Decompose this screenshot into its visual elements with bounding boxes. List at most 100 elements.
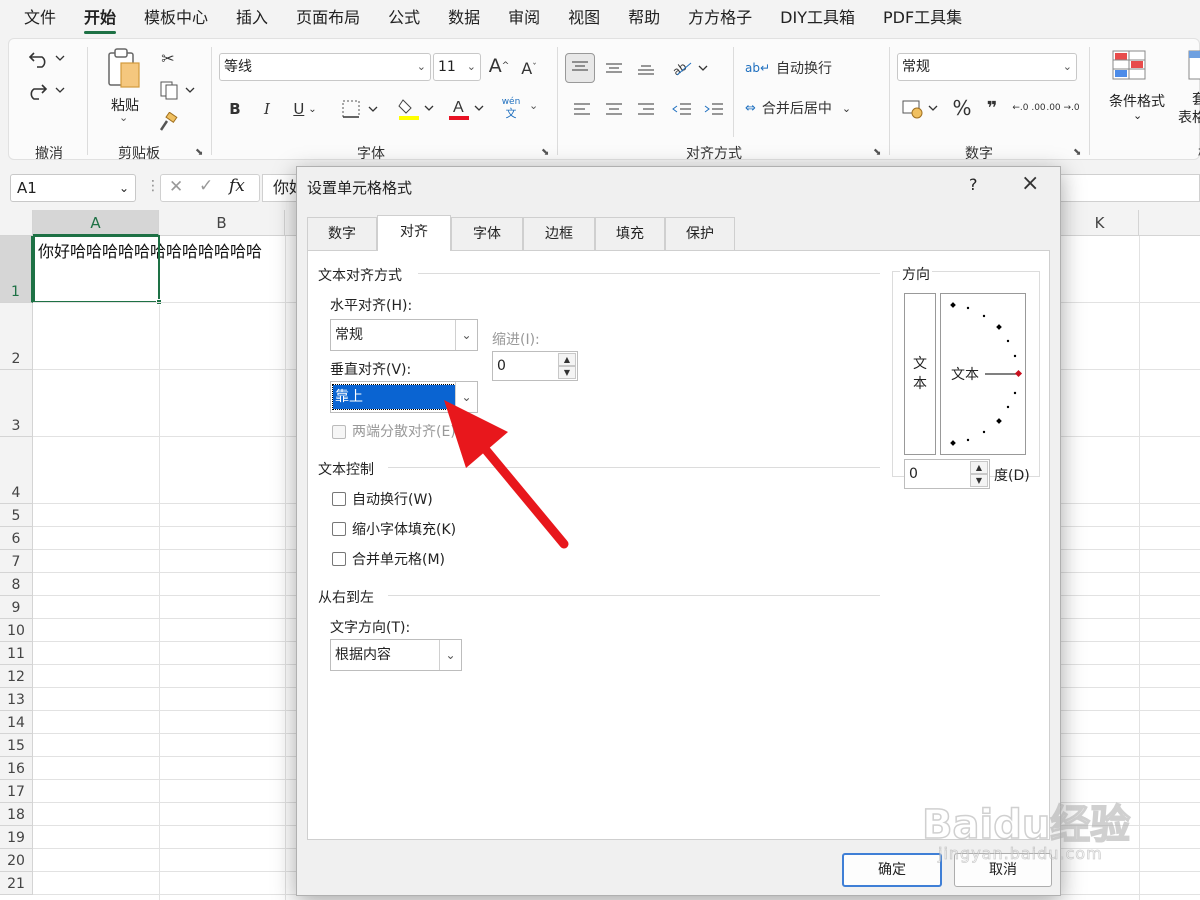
row-header-8[interactable]: 8: [0, 573, 33, 596]
align-left-icon[interactable]: [569, 97, 595, 121]
merge-center-button[interactable]: ⇔ 合并后居中 ⌄: [745, 95, 881, 121]
justify-distributed-checkbox[interactable]: [332, 425, 346, 439]
accounting-format-icon[interactable]: [899, 95, 943, 121]
tab-protection[interactable]: 保护: [665, 217, 735, 251]
wrap-text-button[interactable]: ab↵ 自动换行: [745, 55, 845, 81]
tab-number[interactable]: 数字: [307, 217, 377, 251]
undo-icon[interactable]: [25, 45, 71, 71]
orientation-icon[interactable]: ab: [669, 53, 713, 83]
text-direction-select[interactable]: 根据内容 ⌄: [330, 639, 462, 671]
tab-alignment[interactable]: 对齐: [377, 215, 451, 251]
paste-dropdown-icon[interactable]: ⌄: [119, 111, 128, 124]
row-header-5[interactable]: 5: [0, 504, 33, 527]
font-color-icon[interactable]: A: [445, 95, 489, 123]
italic-icon[interactable]: I: [257, 97, 277, 121]
tab-border[interactable]: 边框: [523, 217, 595, 251]
cut-icon[interactable]: ✂: [157, 47, 179, 69]
comma-style-icon[interactable]: ❞: [981, 95, 1003, 121]
decrease-indent-icon[interactable]: [669, 97, 695, 121]
row-header-17[interactable]: 17: [0, 780, 33, 803]
column-header-b[interactable]: B: [159, 210, 285, 236]
tab-help[interactable]: 帮助: [614, 0, 674, 36]
decrease-font-icon[interactable]: Aˇ: [517, 55, 541, 81]
table-format-icon[interactable]: [1187, 47, 1200, 83]
format-painter-icon[interactable]: [157, 111, 179, 133]
vertical-text-button[interactable]: 文 本: [904, 293, 936, 455]
tab-diy-toolbox[interactable]: DIY工具箱: [766, 0, 869, 36]
chevron-down-icon[interactable]: ⌄: [1133, 109, 1142, 122]
row-header-2[interactable]: 2: [0, 303, 33, 370]
tab-home[interactable]: 开始: [70, 0, 130, 36]
shrink-to-fit-checkbox[interactable]: [332, 522, 346, 536]
row-header-13[interactable]: 13: [0, 688, 33, 711]
tab-page-layout[interactable]: 页面布局: [282, 0, 374, 36]
increase-decimal-icon[interactable]: ←.0 .00: [1012, 93, 1045, 123]
tab-formulas[interactable]: 公式: [374, 0, 434, 36]
tab-review[interactable]: 审阅: [494, 0, 554, 36]
font-name-combo[interactable]: 等线 ⌄: [219, 53, 431, 81]
indent-spinner[interactable]: 0 ▲ ▼: [492, 351, 578, 381]
insert-function-icon[interactable]: fx: [229, 176, 245, 196]
percent-icon[interactable]: %: [949, 95, 975, 121]
row-header-1[interactable]: 1: [0, 236, 33, 303]
fill-color-icon[interactable]: [395, 95, 439, 123]
align-right-icon[interactable]: [633, 97, 659, 121]
cell-a1-selection[interactable]: [33, 235, 160, 303]
row-header-18[interactable]: 18: [0, 803, 33, 826]
conditional-format-icon[interactable]: [1109, 47, 1149, 83]
underline-icon[interactable]: U ⌄: [287, 97, 323, 121]
tab-view[interactable]: 视图: [554, 0, 614, 36]
row-header-10[interactable]: 10: [0, 619, 33, 642]
name-box[interactable]: A1 ⌄: [10, 174, 136, 202]
column-header-a[interactable]: A: [33, 210, 159, 236]
row-header-7[interactable]: 7: [0, 550, 33, 573]
number-format-combo[interactable]: 常规 ⌄: [897, 53, 1077, 81]
spin-up-icon[interactable]: ▲: [970, 461, 988, 474]
decrease-decimal-icon[interactable]: .00 →.0: [1046, 93, 1079, 123]
tab-pdf-tools[interactable]: PDF工具集: [869, 0, 976, 36]
border-icon[interactable]: [339, 97, 383, 121]
tab-file[interactable]: 文件: [10, 0, 70, 36]
row-header-20[interactable]: 20: [0, 849, 33, 872]
tab-insert[interactable]: 插入: [222, 0, 282, 36]
row-header-14[interactable]: 14: [0, 711, 33, 734]
number-launcher-icon[interactable]: ⬊: [1073, 147, 1081, 158]
conditional-format-label[interactable]: 条件格式: [1101, 91, 1173, 111]
align-middle-icon[interactable]: [601, 53, 627, 83]
row-header-6[interactable]: 6: [0, 527, 33, 550]
spin-up-icon[interactable]: ▲: [558, 353, 576, 366]
paste-icon[interactable]: [103, 45, 145, 93]
help-icon[interactable]: ?: [969, 175, 978, 194]
horizontal-align-select[interactable]: 常规 ⌄: [330, 319, 478, 351]
clipboard-launcher-icon[interactable]: ⬊: [195, 147, 203, 158]
spin-down-icon[interactable]: ▼: [558, 366, 576, 379]
spin-down-icon[interactable]: ▼: [970, 474, 988, 487]
column-header-k[interactable]: K: [1061, 210, 1139, 236]
redo-icon[interactable]: [25, 77, 71, 103]
copy-icon[interactable]: [157, 79, 197, 101]
row-header-9[interactable]: 9: [0, 596, 33, 619]
table-format-label[interactable]: 套 表格格: [1169, 91, 1200, 127]
bold-icon[interactable]: B: [225, 97, 245, 121]
tab-fangfang[interactable]: 方方格子: [674, 0, 766, 36]
alignment-launcher-icon[interactable]: ⬊: [873, 147, 881, 158]
degrees-spinner[interactable]: 0 ▲ ▼: [904, 459, 990, 489]
tab-font[interactable]: 字体: [451, 217, 523, 251]
align-top-icon[interactable]: [565, 53, 595, 83]
row-header-19[interactable]: 19: [0, 826, 33, 849]
column-header-partial[interactable]: [1139, 210, 1200, 236]
align-bottom-icon[interactable]: [633, 53, 659, 83]
tab-data[interactable]: 数据: [434, 0, 494, 36]
row-header-11[interactable]: 11: [0, 642, 33, 665]
close-icon[interactable]: ×: [1021, 171, 1039, 196]
phonetic-icon[interactable]: wén 文: [499, 97, 523, 119]
select-all-corner[interactable]: [0, 210, 33, 236]
increase-indent-icon[interactable]: [701, 97, 727, 121]
enter-icon[interactable]: ✓: [199, 176, 213, 196]
row-header-4[interactable]: 4: [0, 437, 33, 504]
row-header-12[interactable]: 12: [0, 665, 33, 688]
orientation-dial[interactable]: 文本: [940, 293, 1026, 455]
merge-cells-checkbox[interactable]: [332, 552, 346, 566]
row-header-15[interactable]: 15: [0, 734, 33, 757]
row-header-16[interactable]: 16: [0, 757, 33, 780]
